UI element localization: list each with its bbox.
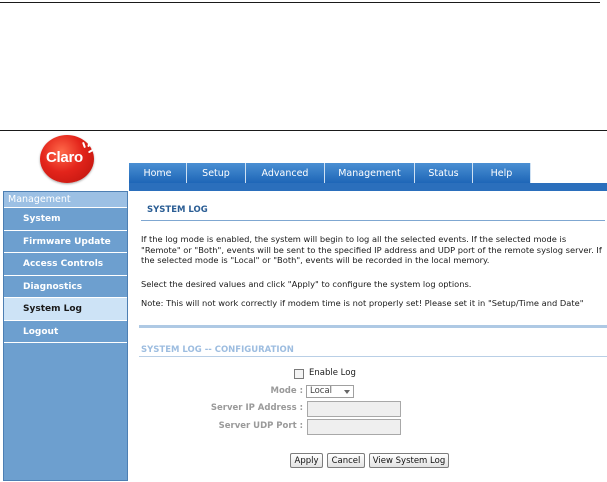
tab-label: Setup <box>202 167 230 179</box>
sidebar: Management System Firmware Update Access… <box>3 191 128 481</box>
page: Claro Home Setup Advanced Management Sta… <box>0 0 607 482</box>
description-text: If the log mode is enabled, the system w… <box>141 234 602 265</box>
apply-button[interactable]: Apply <box>290 453 323 468</box>
sidebar-header: Management <box>4 192 127 208</box>
cancel-button[interactable]: Cancel <box>327 453 365 468</box>
tab-management[interactable]: Management <box>325 163 415 183</box>
top-divider <box>0 2 600 3</box>
tab-status[interactable]: Status <box>415 163 473 183</box>
sidebar-item-system-log[interactable]: System Log <box>4 298 127 321</box>
sidebar-item-access-controls[interactable]: Access Controls <box>4 253 127 276</box>
tab-label: Management <box>338 167 401 179</box>
title-divider <box>141 220 605 221</box>
section-title: SYSTEM LOG <box>147 205 208 215</box>
section-divider <box>139 325 607 328</box>
tab-label: Advanced <box>261 167 309 179</box>
sidebar-item-system[interactable]: System <box>4 208 127 231</box>
mode-label: Mode : <box>270 386 303 396</box>
tab-label: Help <box>490 167 513 179</box>
enable-log-checkbox[interactable] <box>294 369 304 379</box>
server-port-input[interactable] <box>307 419 401 435</box>
logo-rays-icon <box>82 140 95 156</box>
mode-select-value: Local <box>310 386 333 396</box>
main-content: SYSTEM LOG If the log mode is enabled, t… <box>133 193 607 482</box>
server-port-label: Server UDP Port : <box>218 421 303 431</box>
instruction-text: Select the desired values and click "App… <box>141 279 472 289</box>
sidebar-item-firmware-update[interactable]: Firmware Update <box>4 231 127 253</box>
sidebar-item-diagnostics[interactable]: Diagnostics <box>4 276 127 298</box>
main-nav: Home Setup Advanced Management Status He… <box>129 163 531 183</box>
logo-text: Claro <box>46 149 83 166</box>
sidebar-item-logout[interactable]: Logout <box>4 321 127 343</box>
config-divider <box>139 356 607 357</box>
server-ip-input[interactable] <box>307 401 401 417</box>
note-text: Note: This will not work correctly if mo… <box>141 298 584 308</box>
tab-setup[interactable]: Setup <box>187 163 246 183</box>
tab-home[interactable]: Home <box>129 163 187 183</box>
tab-advanced[interactable]: Advanced <box>246 163 325 183</box>
tab-help[interactable]: Help <box>473 163 531 183</box>
nav-strip <box>129 183 607 191</box>
chevron-down-icon <box>344 390 350 394</box>
header-divider <box>0 130 607 131</box>
tab-label: Status <box>428 167 459 179</box>
server-ip-label: Server IP Address : <box>210 403 303 413</box>
enable-log-label: Enable Log <box>309 368 356 378</box>
mode-select[interactable]: Local <box>306 385 354 398</box>
tab-label: Home <box>143 167 172 179</box>
config-title: SYSTEM LOG -- CONFIGURATION <box>141 345 294 355</box>
view-system-log-button[interactable]: View System Log <box>369 453 449 468</box>
claro-logo: Claro <box>40 135 95 183</box>
